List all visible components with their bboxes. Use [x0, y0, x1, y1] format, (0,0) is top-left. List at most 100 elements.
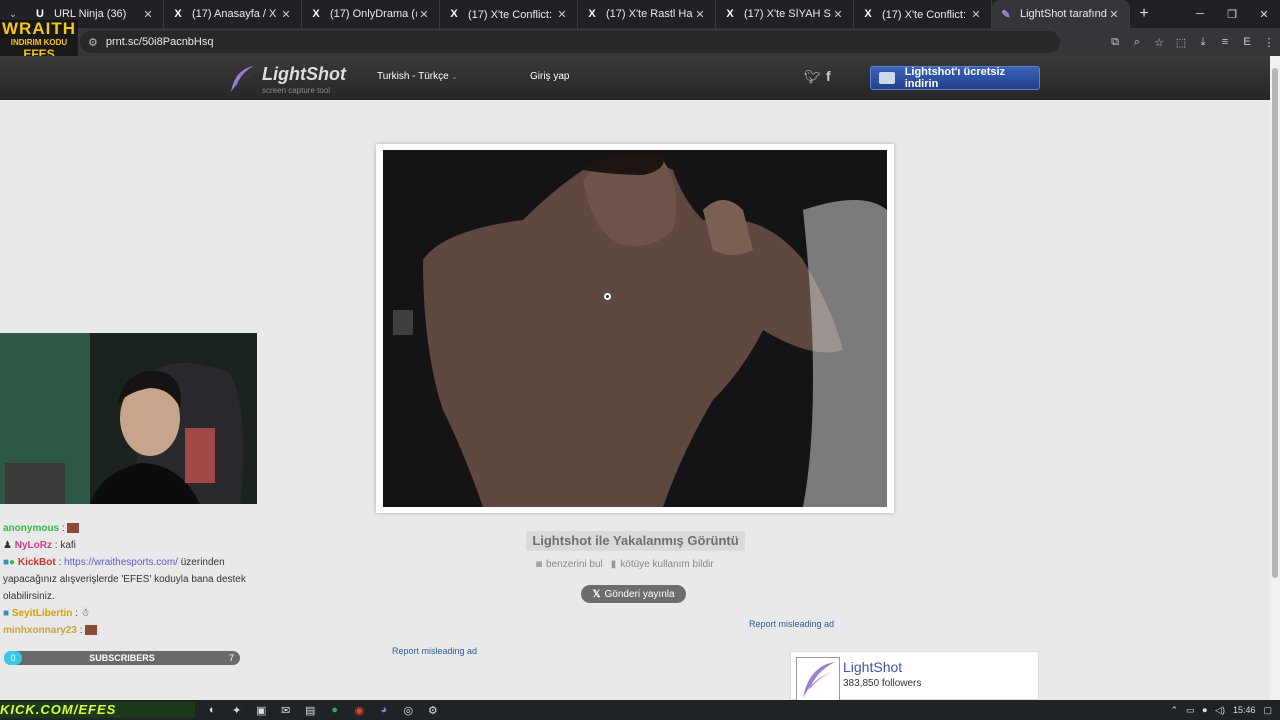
x-logo-icon: X: [588, 8, 596, 20]
screenshot-image[interactable]: [383, 150, 887, 507]
taskbar-apps: ◐ ✦ ▣ ✉ ▤ ● ◉ ◕ ◎ ⚙: [200, 700, 445, 720]
screenshot-frame: [376, 144, 894, 513]
tab-title: (17) OnlyDrama (@onlyd: [330, 8, 417, 20]
close-icon[interactable]: ✕: [141, 8, 155, 21]
system-tray: ⌃ ▭ ⏺ ◁) 15:46 ▢: [1170, 700, 1280, 720]
facebook-page-widget[interactable]: LightShot 383,850 followers: [790, 651, 1039, 701]
bookmark-star-icon[interactable]: ☆: [1148, 36, 1170, 49]
caption-actions: ◙ benzerini bul ▮ kötüye kullanım bildir: [536, 559, 714, 570]
tab-x-rastl-haber[interactable]: X (17) X'te Rastl Haber: "Me ✕: [578, 0, 716, 28]
login-link[interactable]: Giriş yap: [530, 71, 569, 82]
subscriber-goal-bar: 0 SUBSCRIBERS 7: [4, 651, 240, 665]
notification-icon[interactable]: ▢: [1263, 705, 1272, 716]
chat-text: :: [75, 608, 78, 619]
chat-text: :: [79, 625, 83, 636]
chat-message: minhxonnary23 :: [0, 622, 270, 639]
kick-banner: KICK.COM/EFES: [0, 702, 195, 718]
chat-link[interactable]: https://wraithesports.com/: [64, 557, 178, 568]
find-similar-link[interactable]: ◙ benzerini bul: [536, 559, 603, 570]
chat-username: NyLoRz: [14, 540, 52, 551]
more-menu-icon[interactable]: ⋮: [1258, 36, 1280, 49]
tab-x-home[interactable]: X (17) Anasayfa / X ✕: [164, 0, 302, 28]
lightshot-logo[interactable]: LightShot screen capture tool: [228, 62, 348, 96]
close-icon[interactable]: ✕: [969, 8, 983, 21]
spotify-icon[interactable]: ●: [323, 700, 348, 720]
address-field[interactable]: ⚙ prnt.sc/50i8PacnbHsq: [80, 31, 1060, 53]
close-icon[interactable]: ✕: [279, 8, 293, 21]
language-selector[interactable]: Turkish - Türkçe ⌄: [377, 71, 457, 82]
page-scrollbar[interactable]: [1270, 56, 1280, 700]
install-app-icon[interactable]: ⧉: [1104, 36, 1126, 49]
twitter-icon[interactable]: 🐦︎: [804, 69, 821, 85]
language-label: Turkish - Türkçe: [377, 71, 449, 82]
tab-x-conflict-2[interactable]: X (17) X'te Conflict: "🔺 İran ✕: [854, 0, 992, 28]
tab-x-onlydrama[interactable]: X (17) OnlyDrama (@onlyd ✕: [302, 0, 440, 28]
download-button[interactable]: Lightshot'ı ücretsiz indirin: [870, 66, 1040, 90]
network-icon[interactable]: ▭: [1186, 705, 1195, 716]
chrome-icon[interactable]: ◉: [347, 700, 372, 720]
store-icon[interactable]: ▣: [249, 700, 274, 720]
emote-icon: ☃: [80, 608, 90, 619]
user-badge-icon: ♟: [3, 540, 12, 551]
window-controls: ─ ❐ ✕: [1184, 0, 1280, 28]
minimize-icon[interactable]: ─: [1184, 0, 1216, 28]
report-ad-link-left[interactable]: Report misleading ad: [392, 646, 477, 656]
tab-title: (17) X'te Conflict: "🔺 İran: [882, 8, 969, 21]
download-icon[interactable]: ⤓: [1192, 36, 1214, 49]
steam-icon[interactable]: ⚙: [421, 700, 446, 720]
webcam-image: [0, 333, 257, 504]
chat-username: SeyitLibertin: [11, 608, 73, 619]
extensions-icon[interactable]: ⬚: [1170, 36, 1192, 49]
download-button-label: Lightshot'ı ücretsiz indirin: [904, 66, 1006, 90]
mouse-cursor-icon: [604, 293, 611, 300]
clock[interactable]: 15:46: [1233, 705, 1256, 715]
report-ad-link-right[interactable]: Report misleading ad: [749, 619, 834, 629]
tab-x-conflict-1[interactable]: X (17) X'te Conflict: "🔴 Ne ✕: [440, 0, 578, 28]
profile-avatar[interactable]: E: [1236, 36, 1258, 48]
zoom-icon[interactable]: ⌕: [1126, 36, 1148, 49]
discord-icon[interactable]: ◕: [372, 700, 397, 720]
verified-badge-icon: ●: [9, 557, 16, 568]
restore-icon[interactable]: ❐: [1216, 0, 1248, 28]
chevron-up-icon[interactable]: ⌃: [1170, 705, 1178, 716]
chat-username: KickBot: [17, 557, 56, 568]
file-explorer-icon[interactable]: ▤: [298, 700, 323, 720]
close-icon[interactable]: ✕: [831, 8, 845, 21]
x-logo-icon: X: [726, 8, 734, 20]
site-settings-icon[interactable]: ⚙: [88, 36, 98, 49]
close-window-icon[interactable]: ✕: [1248, 0, 1280, 28]
microphone-icon[interactable]: ⏺: [1203, 705, 1208, 716]
edge-icon[interactable]: ◐: [200, 700, 225, 720]
lightshot-avatar: [796, 657, 840, 701]
close-icon[interactable]: ✕: [1107, 8, 1121, 21]
emote-icon: [85, 625, 98, 636]
copilot-icon[interactable]: ✦: [225, 700, 250, 720]
tweet-button[interactable]: 𝕏 Gönderi yayınla: [581, 585, 686, 603]
volume-icon[interactable]: ◁): [1215, 705, 1225, 716]
fb-follower-count: 383,850 followers: [843, 678, 922, 689]
obs-icon[interactable]: ◎: [396, 700, 421, 720]
scrollbar-thumb[interactable]: [1272, 68, 1278, 578]
facebook-icon[interactable]: f: [826, 68, 831, 84]
close-icon[interactable]: ✕: [693, 8, 707, 21]
chat-text: : kafi: [54, 540, 76, 551]
outlook-icon[interactable]: ✉: [274, 700, 299, 720]
chat-message: ■ SeyitLibertin : ☃: [0, 605, 270, 622]
tweet-button-label: Gönderi yayınla: [604, 588, 675, 600]
close-icon[interactable]: ✕: [555, 8, 569, 21]
address-bar-row: ⚙ prnt.sc/50i8PacnbHsq: [0, 28, 1280, 56]
chat-username: minhxonnary23: [3, 625, 77, 636]
close-icon[interactable]: ✕: [417, 8, 431, 21]
tab-x-siyah-sancak[interactable]: X (17) X'te SİYAH SANCAK: ✕: [716, 0, 854, 28]
fb-page-name[interactable]: LightShot: [843, 659, 902, 675]
overlay-brand: WRAITH: [2, 19, 76, 38]
reading-list-icon[interactable]: ≡: [1214, 36, 1236, 48]
tab-lightshot[interactable]: ✎ LightShot tarafından Ekra ✕: [992, 0, 1130, 28]
user-badge-icon: ■: [3, 608, 10, 619]
logo-subtitle: screen capture tool: [262, 86, 331, 95]
report-abuse-link[interactable]: ▮ kötüye kullanım bildir: [611, 559, 714, 570]
image-caption: Lightshot ile Yakalanmış Görüntü: [526, 531, 745, 551]
tab-title: (17) Anasayfa / X: [192, 8, 277, 20]
chat-text: :: [61, 523, 65, 534]
new-tab-button[interactable]: +: [1130, 5, 1158, 23]
